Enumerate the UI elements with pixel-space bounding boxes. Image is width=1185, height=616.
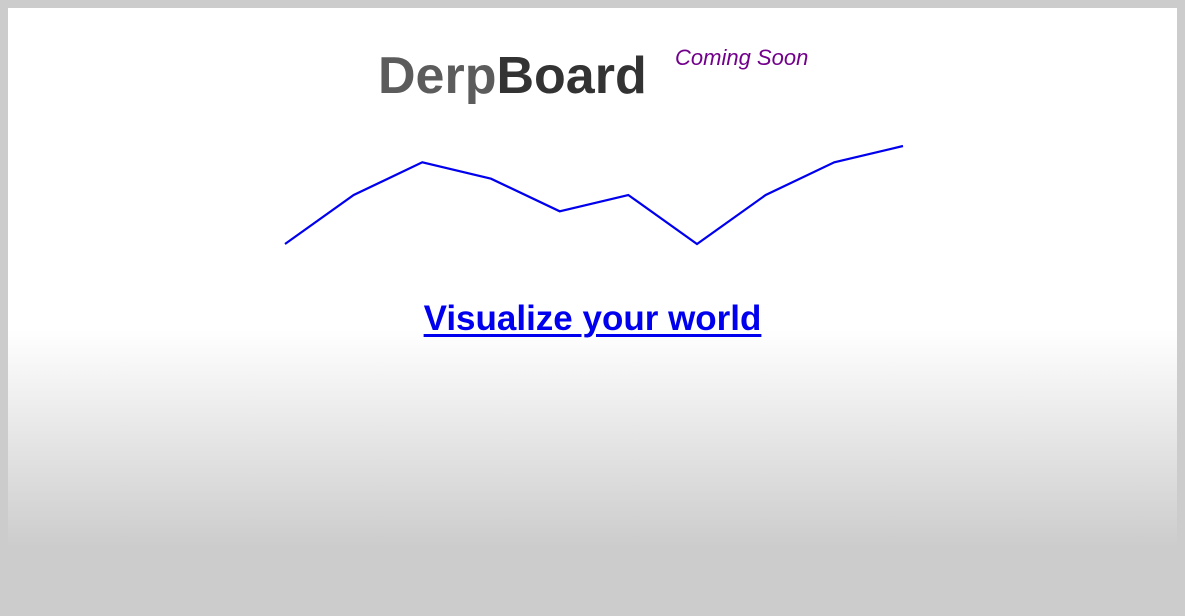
page: DerpBoard Coming Soon Visualize your wor…	[8, 8, 1177, 616]
sparkline-series-line	[284, 144, 904, 246]
visualize-link[interactable]: Visualize your world	[424, 299, 762, 338]
tagline: Visualize your world	[8, 298, 1177, 340]
sparkline-chart	[284, 144, 904, 246]
